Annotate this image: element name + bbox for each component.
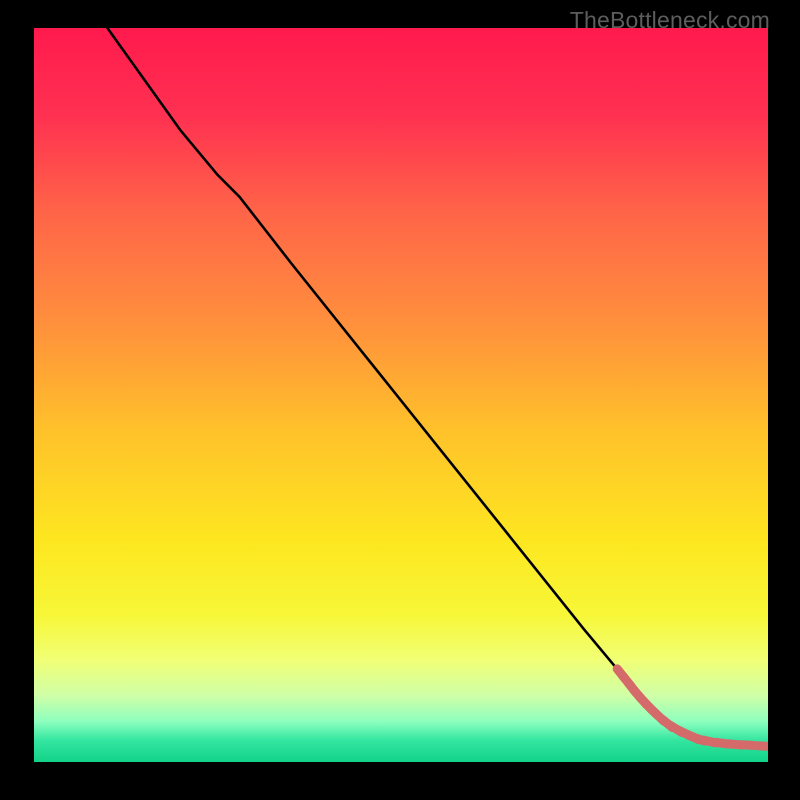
gradient-background xyxy=(34,28,768,762)
chart-svg xyxy=(34,28,768,762)
chart-container: TheBottleneck.com xyxy=(0,0,800,800)
plot-area xyxy=(34,28,768,762)
tail-point xyxy=(742,745,755,746)
